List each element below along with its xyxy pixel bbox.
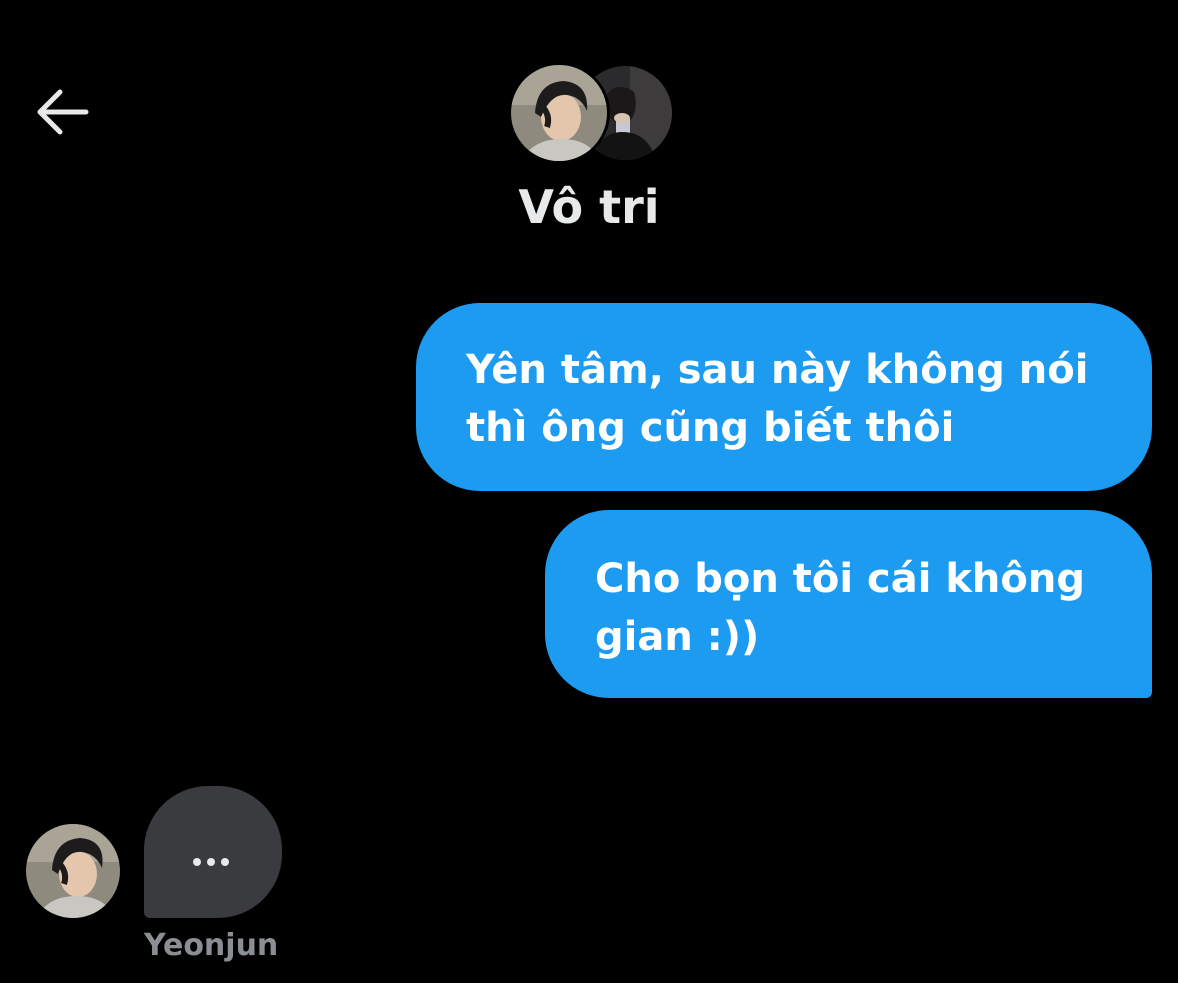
conversation-title: Vô tri: [518, 180, 660, 234]
message-text: Yên tâm, sau này không nói thì ông cũng …: [466, 347, 1089, 451]
arrow-left-icon: [30, 82, 94, 142]
typing-indicator: [144, 786, 282, 918]
sender-avatar[interactable]: [26, 824, 120, 918]
sender-name: Yeonjun: [144, 928, 279, 963]
message-bubble-outgoing[interactable]: Yên tâm, sau này không nói thì ông cũng …: [416, 303, 1152, 491]
typing-dots-icon: [193, 858, 229, 866]
group-avatars[interactable]: [508, 62, 674, 164]
back-button[interactable]: [30, 82, 94, 142]
message-text: Cho bọn tôi cái không gian :)): [595, 556, 1085, 660]
avatar: [508, 62, 610, 164]
message-bubble-outgoing[interactable]: Cho bọn tôi cái không gian :)): [545, 510, 1152, 698]
